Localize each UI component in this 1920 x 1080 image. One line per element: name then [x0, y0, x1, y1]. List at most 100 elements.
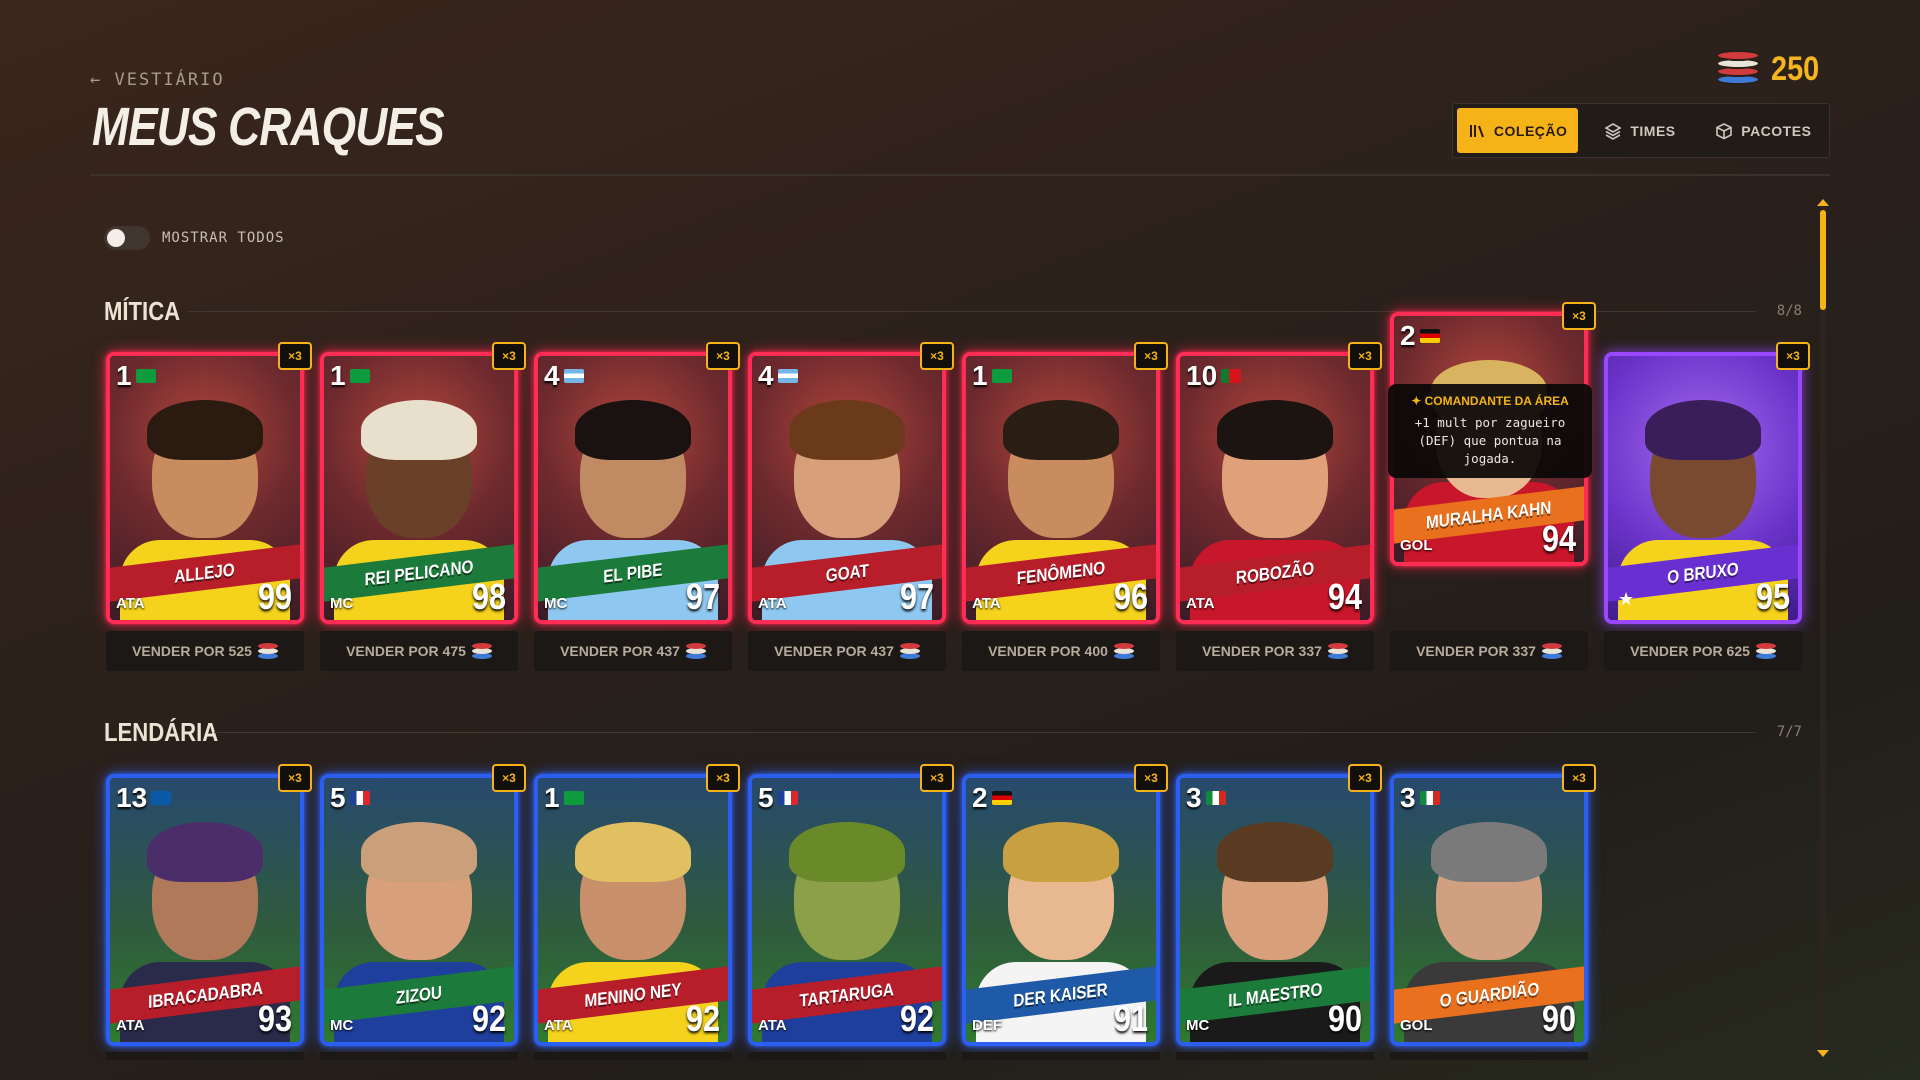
jersey-number: 1 — [972, 360, 1012, 392]
player-card[interactable]: GOAT 4 ATA 97 — [748, 352, 946, 624]
poker-chips-icon — [1713, 48, 1763, 90]
number-text: 10 — [1186, 360, 1218, 391]
player-rating: 97 — [685, 576, 720, 617]
player-card[interactable]: DER KAISER 2 DEF 91 — [962, 774, 1160, 1046]
number-text: 2 — [972, 782, 988, 813]
germany-flag — [1419, 329, 1440, 343]
player-position: ATA — [544, 1017, 573, 1034]
sell-button-partial[interactable] — [1390, 1052, 1588, 1060]
number-text: 5 — [330, 782, 346, 813]
section-title-mitica: MÍTICA — [104, 296, 181, 326]
back-link[interactable]: ← VESTIÁRIO — [90, 70, 225, 90]
coin-balance: 250 — [1713, 48, 1828, 90]
brazil-flag — [349, 369, 370, 383]
player-card[interactable]: O BRUXO ★ 95 — [1604, 352, 1802, 624]
sell-button-partial[interactable] — [106, 1052, 304, 1060]
player-name: ZIZOU — [396, 981, 442, 1008]
player-card[interactable]: IL MAESTRO 3 MC 90 — [1176, 774, 1374, 1046]
tooltip-title: ✦ COMANDANTE DA ÁREA — [1411, 394, 1569, 408]
argentina-flag — [563, 369, 584, 383]
player-name: REI PELICANO — [364, 555, 474, 590]
page-title: MEUS CRAQUES — [92, 97, 445, 157]
multiplier-badge: ×3 — [1134, 342, 1168, 370]
player-rating: 92 — [471, 998, 506, 1039]
jersey-number: 5 — [758, 782, 798, 814]
toggle-label: MOSTRAR TODOS — [162, 230, 285, 246]
tab-times[interactable]: TIMES — [1582, 108, 1697, 153]
player-hair — [1645, 400, 1761, 460]
player-hair — [1003, 822, 1119, 882]
player-hair — [361, 822, 477, 882]
header-divider — [90, 174, 1830, 176]
jersey-number: 1 — [116, 360, 156, 392]
brazil-flag — [135, 369, 156, 383]
toggle-knob — [107, 229, 125, 247]
scroll-up-arrow[interactable] — [1817, 199, 1829, 206]
sell-button-partial[interactable] — [320, 1052, 518, 1060]
brazil-flag — [563, 791, 584, 805]
jersey-number: 4 — [544, 360, 584, 392]
player-card[interactable]: ZIZOU 5 MC 92 — [320, 774, 518, 1046]
jersey-number: 2 — [1400, 320, 1440, 352]
jersey-number: 13 — [116, 782, 172, 814]
sell-button-partial[interactable] — [748, 1052, 946, 1060]
multiplier-badge: ×3 — [492, 764, 526, 792]
player-rating: 92 — [899, 998, 934, 1039]
jersey-number: 5 — [330, 782, 370, 814]
jersey-number: 3 — [1400, 782, 1440, 814]
player-card[interactable]: FENÔMENO 1 ATA 96 — [962, 352, 1160, 624]
scrollbar-track[interactable] — [1820, 205, 1826, 1055]
scroll-down-arrow[interactable] — [1817, 1050, 1829, 1057]
sell-button[interactable]: VENDER POR 475 — [320, 631, 518, 671]
toggle-switch[interactable] — [104, 226, 150, 250]
player-rating: 95 — [1755, 576, 1790, 617]
sell-button-partial[interactable] — [962, 1052, 1160, 1060]
chip-icon — [1113, 643, 1134, 659]
scrollbar-thumb[interactable] — [1820, 210, 1826, 310]
number-text: 1 — [972, 360, 988, 391]
layers-icon — [1604, 122, 1622, 140]
sell-button[interactable]: VENDER POR 625 — [1604, 631, 1802, 671]
tab-colecao[interactable]: COLEÇÃO — [1457, 108, 1579, 153]
chip-icon — [1541, 643, 1562, 659]
player-hair — [575, 822, 691, 882]
player-name: TARTARUGA — [799, 978, 895, 1011]
sell-button[interactable]: VENDER POR 337 — [1390, 631, 1588, 671]
sell-button-partial[interactable] — [1176, 1052, 1374, 1060]
sell-button[interactable]: VENDER POR 437 — [534, 631, 732, 671]
multiplier-badge: ×3 — [492, 342, 526, 370]
player-position: GOL — [1400, 1017, 1433, 1034]
player-rating: 97 — [899, 576, 934, 617]
player-card[interactable]: ALLEJO 1 ATA 99 — [106, 352, 304, 624]
player-card[interactable]: MENINO NEY 1 ATA 92 — [534, 774, 732, 1046]
sell-button[interactable]: VENDER POR 400 — [962, 631, 1160, 671]
show-all-toggle[interactable]: MOSTRAR TODOS — [104, 226, 285, 250]
sell-button[interactable]: VENDER POR 437 — [748, 631, 946, 671]
chip-icon — [685, 643, 706, 659]
sell-label: VENDER POR 400 — [988, 643, 1108, 659]
player-card[interactable]: TARTARUGA 5 ATA 92 — [748, 774, 946, 1046]
number-text: 1 — [116, 360, 132, 391]
player-card[interactable]: IBRACADABRA 13 ATA 93 — [106, 774, 304, 1046]
number-text: 1 — [544, 782, 560, 813]
sell-button-partial[interactable] — [534, 1052, 732, 1060]
player-card[interactable]: O GUARDIÃO 3 GOL 90 — [1390, 774, 1588, 1046]
multiplier-badge: ×3 — [1562, 764, 1596, 792]
section-count: 7/7 — [1776, 724, 1802, 740]
player-position: ATA — [758, 1017, 787, 1034]
player-hair — [147, 400, 263, 460]
chip-icon — [1755, 643, 1776, 659]
sell-button[interactable]: VENDER POR 525 — [106, 631, 304, 671]
player-card[interactable]: EL PIBE 4 MC 97 — [534, 352, 732, 624]
player-card[interactable]: REI PELICANO 1 MC 98 — [320, 352, 518, 624]
multiplier-badge: ×3 — [706, 342, 740, 370]
player-name: FENÔMENO — [1016, 557, 1106, 588]
number-text: 4 — [758, 360, 774, 391]
player-position: ATA — [116, 1017, 145, 1034]
tab-pacotes[interactable]: PACOTES — [1702, 108, 1825, 153]
sell-button[interactable]: VENDER POR 337 — [1176, 631, 1374, 671]
italy-flag — [1205, 791, 1226, 805]
multiplier-badge: ×3 — [1562, 302, 1596, 330]
section-divider — [214, 732, 1756, 733]
player-card[interactable]: ROBOZÃO 10 ATA 94 — [1176, 352, 1374, 624]
